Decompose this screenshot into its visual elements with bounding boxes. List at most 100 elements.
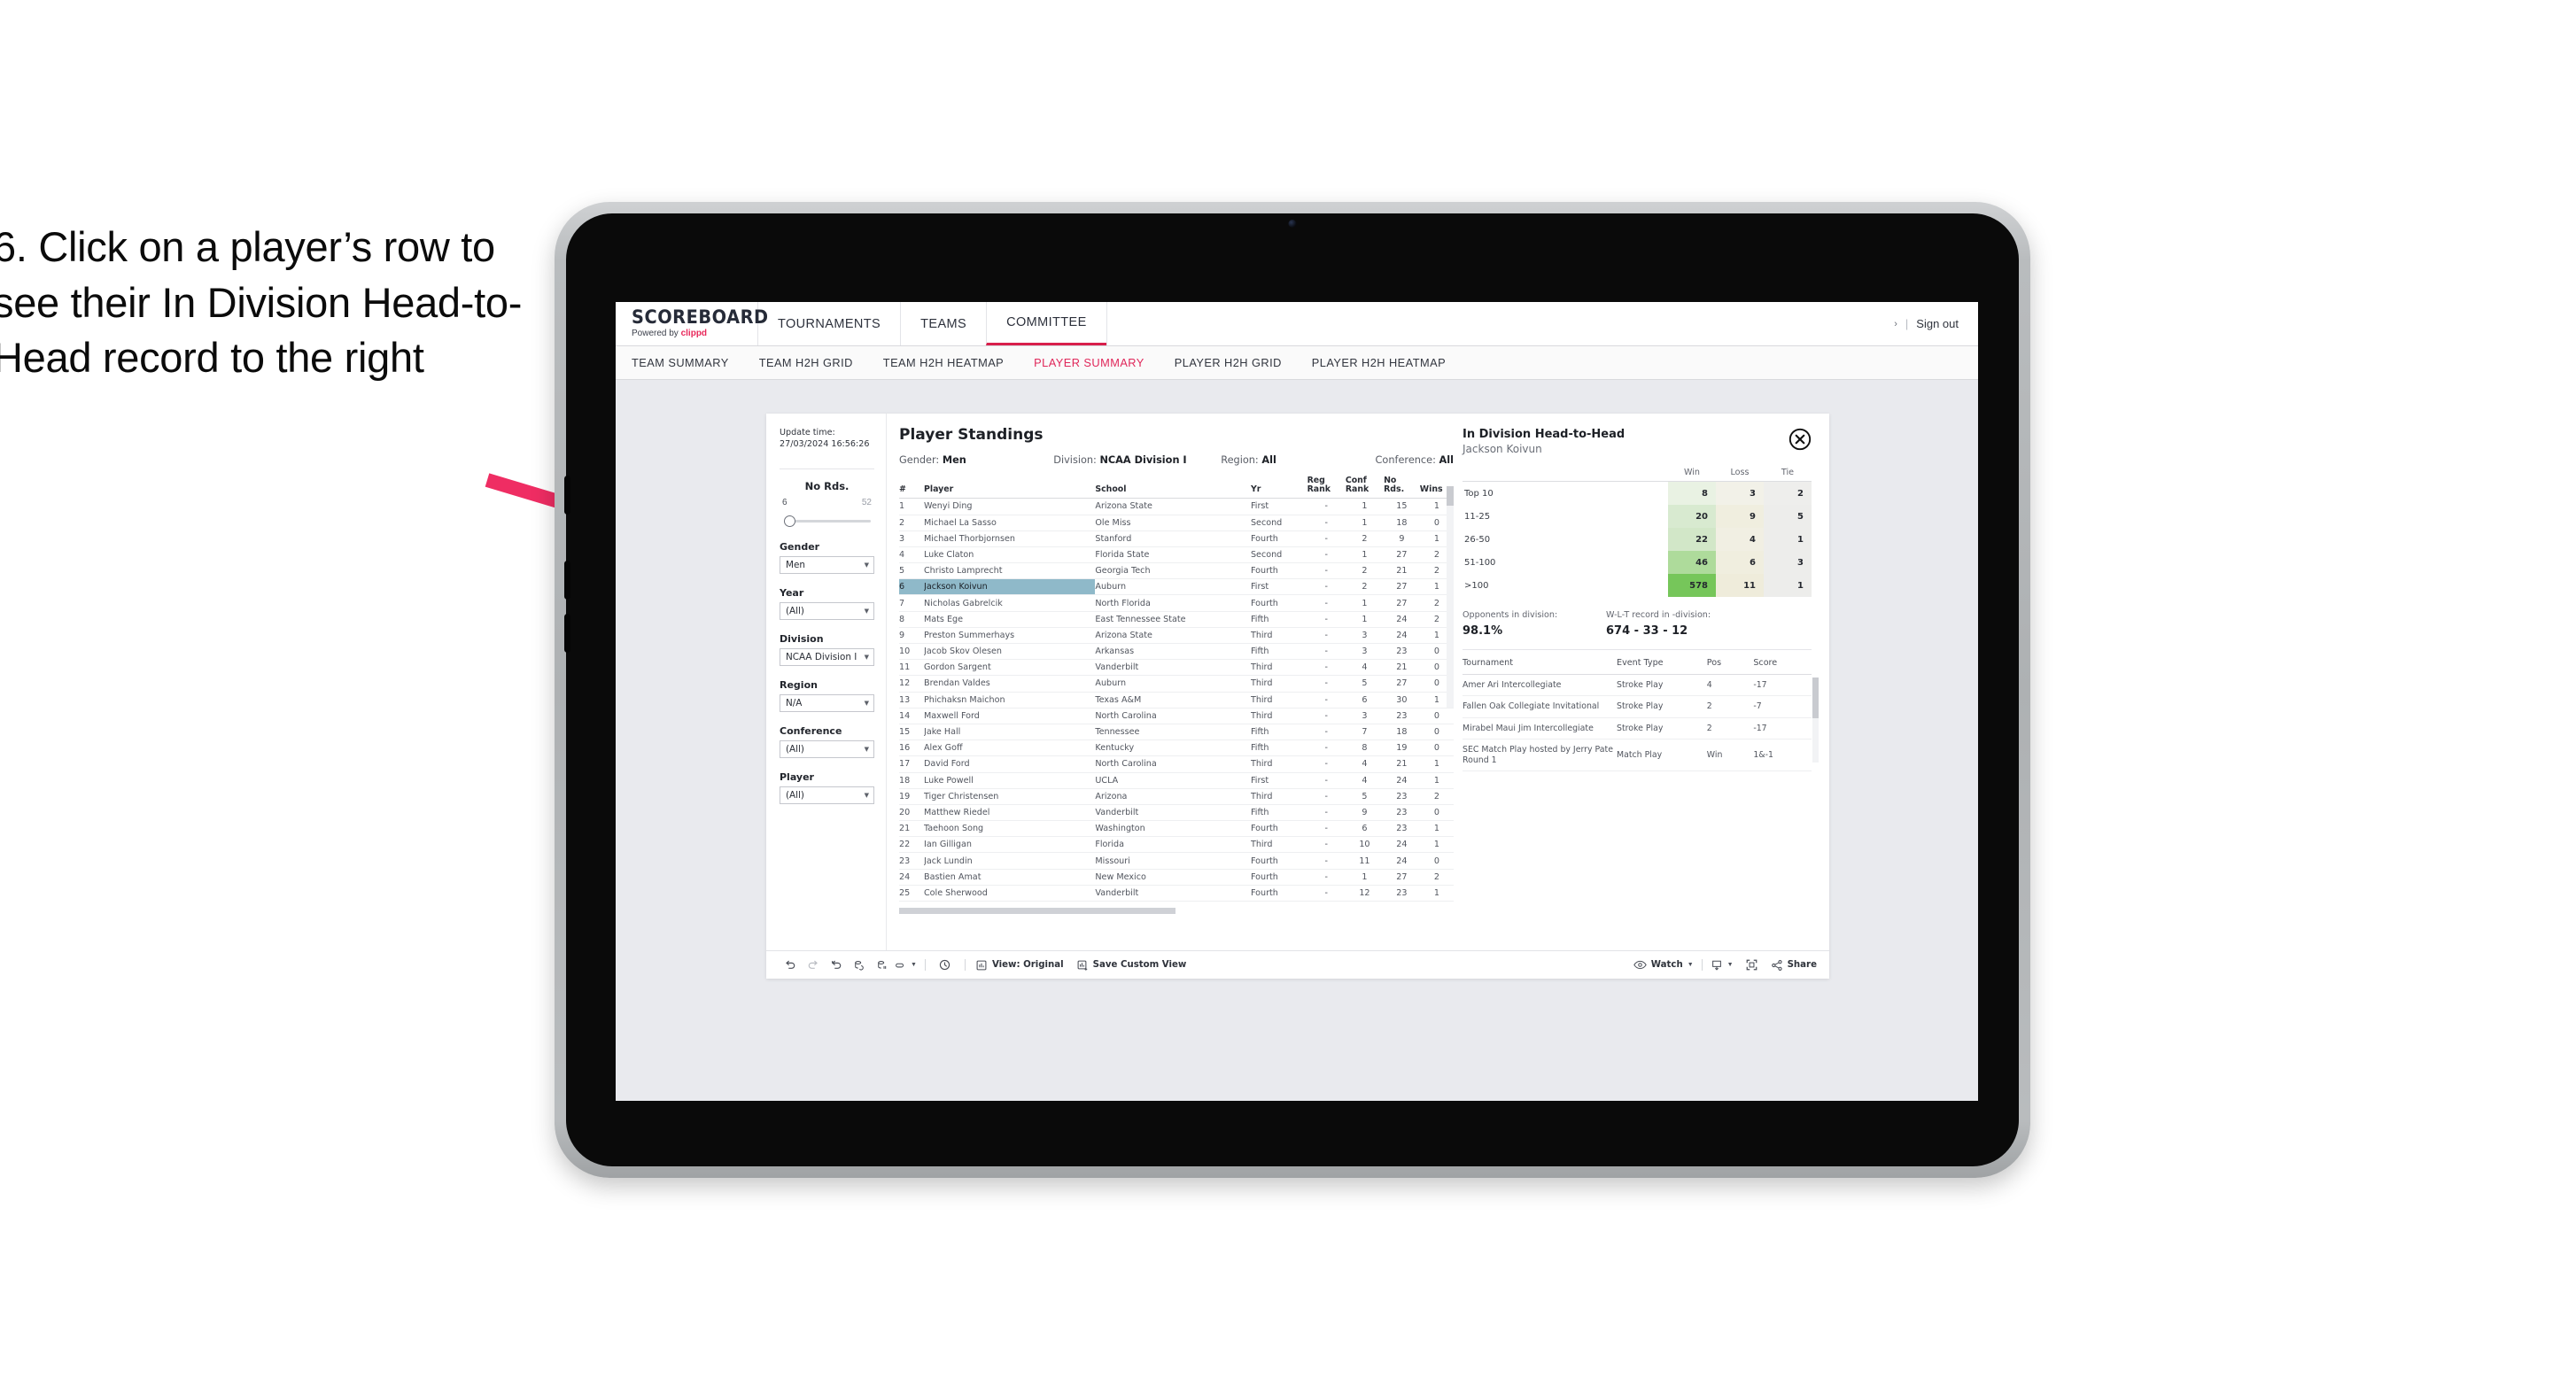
standings-horizontal-scrollbar[interactable] — [899, 908, 1175, 914]
refresh-data-icon[interactable] — [848, 956, 871, 975]
undo-icon[interactable] — [779, 956, 802, 975]
table-row[interactable]: 9 Preston Summerhays Arizona State Third -3 2… — [899, 627, 1454, 645]
cell-school: Kentucky — [1095, 739, 1251, 757]
cell-conf: 2 — [1345, 530, 1385, 547]
filter-gender-select[interactable]: Men ▼ — [780, 555, 874, 574]
nav-committee[interactable]: COMMITTEE — [986, 302, 1106, 345]
pause-dropdown[interactable]: ▼ — [894, 959, 917, 972]
table-row[interactable]: 17 David Ford North Carolina Third -4 21 1 — [899, 755, 1454, 773]
table-row[interactable]: 6 Jackson Koivun Auburn First -2 27 1 — [899, 578, 1454, 596]
table-row[interactable]: 7 Nicholas Gabrelcik North Florida Fourth -1… — [899, 594, 1454, 612]
power-button[interactable] — [564, 614, 570, 653]
table-row[interactable]: 3 Michael Thorbjornsen Stanford Fourth -2 9 1 — [899, 530, 1454, 547]
history-icon[interactable] — [934, 956, 957, 975]
tab-team-summary[interactable]: TEAM SUMMARY — [632, 356, 729, 369]
table-row[interactable]: 15 Jake Hall Tennessee Fifth -7 18 0 — [899, 724, 1454, 741]
rounds-slider[interactable] — [780, 514, 874, 528]
close-circle-icon[interactable] — [1788, 428, 1812, 451]
scrollbar-thumb[interactable] — [1812, 678, 1819, 718]
rounds-min: 6 — [782, 497, 788, 507]
view-original-button[interactable]: View: Original — [975, 959, 1064, 972]
filter-division-select[interactable]: NCAA Division I ▼ — [780, 647, 874, 666]
volume-down-button[interactable] — [564, 561, 570, 600]
table-row[interactable]: 19 Tiger Christensen Arizona Third -5 23 2 — [899, 788, 1454, 805]
redo-icon[interactable] — [802, 956, 825, 975]
filter-year-select[interactable]: (All) ▼ — [780, 601, 874, 620]
table-row[interactable]: 20 Matthew Riedel Vanderbilt Fifth -9 23 0 — [899, 804, 1454, 822]
table-row[interactable]: 22 Ian Gilligan Florida Third -10 24 1 — [899, 836, 1454, 854]
col-reg-rank[interactable]: Reg Rank — [1307, 474, 1346, 499]
save-custom-view-button[interactable]: Save Custom View — [1076, 959, 1186, 972]
revert-icon[interactable] — [825, 956, 848, 975]
table-row[interactable]: 23 Jack Lundin Missouri Fourth -11 24 0 — [899, 852, 1454, 870]
share-button[interactable]: Share — [1771, 959, 1817, 972]
update-time-value: 27/03/2024 16:56:26 — [780, 438, 870, 449]
cell-yr: Fifth — [1250, 611, 1307, 628]
table-row[interactable]: 25 Cole Sherwood Vanderbilt Fourth -12 23 1 — [899, 885, 1454, 902]
scrollbar-thumb[interactable] — [1447, 486, 1454, 506]
download-button[interactable]: ▼ — [1711, 959, 1734, 972]
tab-player-h2h-heatmap[interactable]: PLAYER H2H HEATMAP — [1312, 356, 1446, 369]
table-row[interactable]: 2 Michael La Sasso Ole Miss Second -1 18 0 — [899, 515, 1454, 531]
table-row[interactable]: 8 Mats Ege East Tennessee State Fifth -1 24 2 — [899, 611, 1454, 628]
cell-rds: 23 — [1384, 643, 1420, 661]
cell-wins: 2 — [1419, 869, 1454, 886]
filter-region-value: N/A — [786, 697, 803, 708]
col-player[interactable]: Player — [923, 474, 1096, 499]
filter-player-select[interactable]: (All) ▼ — [780, 786, 874, 804]
tournaments-table: Tournament Event Type Pos Score Amer Ari… — [1463, 658, 1812, 772]
cell-reg: - — [1307, 885, 1346, 902]
table-row[interactable]: 14 Maxwell Ford North Carolina Third -3 23 0 — [899, 708, 1454, 724]
cell-player: Jake Hall — [923, 724, 1096, 741]
tab-team-h2h-grid[interactable]: TEAM H2H GRID — [759, 356, 853, 369]
standings-vertical-scrollbar[interactable] — [1447, 486, 1454, 708]
tab-player-summary[interactable]: PLAYER SUMMARY — [1034, 356, 1144, 369]
view-original-label: View: Original — [991, 960, 1064, 970]
cell-school: Missouri — [1095, 852, 1251, 870]
table-row[interactable]: 21 Taehoon Song Washington Fourth -6 23 1 — [899, 820, 1454, 838]
table-row[interactable]: 10 Jacob Skov Olesen Arkansas Fifth -3 23 0 — [899, 643, 1454, 661]
table-row[interactable]: 12 Brendan Valdes Auburn Third -5 27 0 — [899, 675, 1454, 693]
chevron-right-icon[interactable]: › — [1894, 319, 1897, 329]
col-rank[interactable]: # — [899, 474, 924, 499]
filter-conference-select[interactable]: (All) ▼ — [780, 739, 874, 758]
table-row[interactable]: 5 Christo Lamprecht Georgia Tech Fourth -2 21… — [899, 562, 1454, 580]
cell-reg: - — [1307, 546, 1346, 564]
cell-name: SEC Match Play hosted by Jerry Pate Roun… — [1463, 739, 1618, 772]
tab-team-h2h-heatmap[interactable]: TEAM H2H HEATMAP — [883, 356, 1004, 369]
fullscreen-icon[interactable] — [1741, 956, 1764, 975]
slider-handle[interactable] — [784, 515, 795, 527]
table-row[interactable]: 24 Bastien Amat New Mexico Fourth -1 27 2 — [899, 869, 1454, 886]
table-row[interactable]: 1 Wenyi Ding Arizona State First -1 15 1 — [899, 498, 1454, 515]
col-no-rds[interactable]: No Rds. — [1384, 474, 1420, 499]
tab-player-h2h-grid[interactable]: PLAYER H2H GRID — [1175, 356, 1282, 369]
col-conf-rank[interactable]: Conf Rank — [1345, 474, 1385, 499]
cell-rds: 18 — [1384, 515, 1420, 531]
cell-school: North Carolina — [1095, 708, 1251, 724]
nav-tournaments[interactable]: TOURNAMENTS — [757, 302, 900, 345]
table-row[interactable]: 4 Luke Claton Florida State Second -1 27 2 — [899, 546, 1454, 564]
table-row[interactable]: 13 Phichaksn Maichon Texas A&M Third -6 30 1 — [899, 692, 1454, 708]
table-row[interactable]: 16 Alex Goff Kentucky Fifth -8 19 0 — [899, 739, 1454, 757]
nav-teams[interactable]: TEAMS — [900, 302, 986, 345]
cell-school: Washington — [1095, 820, 1251, 838]
cell-player: Bastien Amat — [923, 869, 1096, 886]
chevron-down-icon: ▼ — [864, 561, 869, 569]
table-row[interactable]: 18 Luke Powell UCLA First -4 24 1 — [899, 772, 1454, 789]
summary-opponents: Opponents in division: 98.1% — [1463, 610, 1588, 638]
volume-up-button[interactable] — [564, 476, 570, 515]
cell-reg: - — [1307, 772, 1346, 789]
pause-data-icon[interactable] — [871, 956, 894, 975]
table-row[interactable]: 11 Gordon Sargent Vanderbilt Third -4 21 0 — [899, 659, 1454, 677]
cell-player: Brendan Valdes — [923, 675, 1096, 693]
cell-name: Fallen Oak Collegiate Invitational — [1463, 695, 1618, 718]
cell-reg: - — [1307, 659, 1346, 677]
watch-button[interactable]: Watch ▼ — [1633, 959, 1694, 971]
tournaments-scrollbar[interactable] — [1812, 678, 1819, 763]
filter-region-select[interactable]: N/A ▼ — [780, 693, 874, 712]
sign-out-link[interactable]: Sign out — [1916, 317, 1959, 330]
cell-n: 17 — [899, 755, 924, 773]
col-year[interactable]: Yr — [1250, 474, 1307, 499]
cell-pos: 2 — [1706, 695, 1754, 718]
col-school[interactable]: School — [1095, 474, 1251, 499]
